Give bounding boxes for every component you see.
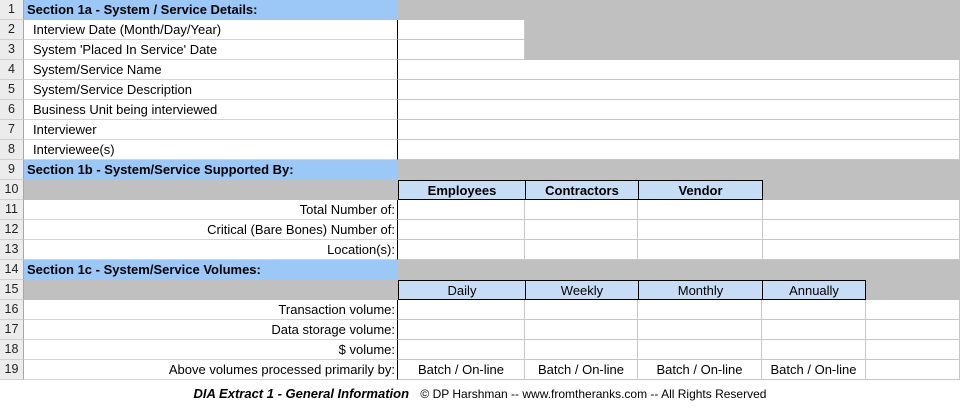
footer-credit: © DP Harshman -- www.fromtheranks.com --… xyxy=(420,387,767,401)
storage-annually-cell[interactable] xyxy=(762,320,866,340)
critical-employees-cell[interactable] xyxy=(398,220,525,240)
label-locations[interactable]: Location(s): xyxy=(24,240,398,260)
row-header-17[interactable]: 17 xyxy=(0,320,24,340)
gray-fill xyxy=(763,180,960,200)
transaction-annually-cell[interactable] xyxy=(762,300,866,320)
column-header-weekly[interactable]: Weekly xyxy=(525,280,639,300)
row-header-19[interactable]: 19 xyxy=(0,360,24,380)
dollar-weekly-cell[interactable] xyxy=(525,340,638,360)
section-1a-header[interactable]: Section 1a - System / Service Details: xyxy=(24,0,398,20)
label-processed-by[interactable]: Above volumes processed primarily by: xyxy=(24,360,398,380)
storage-monthly-cell[interactable] xyxy=(638,320,762,340)
row-header-8[interactable]: 8 xyxy=(0,140,24,160)
dollar-daily-cell[interactable] xyxy=(398,340,525,360)
interview-date-input[interactable] xyxy=(398,20,525,40)
critical-vendor-cell[interactable] xyxy=(638,220,763,240)
label-critical-number[interactable]: Critical (Bare Bones) Number of: xyxy=(24,220,398,240)
page-footer: DIA Extract 1 - General Information © DP… xyxy=(0,381,960,406)
row-header-12[interactable]: 12 xyxy=(0,220,24,240)
row-header-18[interactable]: 18 xyxy=(0,340,24,360)
column-header-employees[interactable]: Employees xyxy=(398,180,526,200)
empty-cell[interactable] xyxy=(763,220,960,240)
row-header-11[interactable]: 11 xyxy=(0,200,24,220)
dollar-monthly-cell[interactable] xyxy=(638,340,762,360)
section-1c-header[interactable]: Section 1c - System/Service Volumes: xyxy=(24,260,398,280)
label-total-number[interactable]: Total Number of: xyxy=(24,200,398,220)
label-business-unit[interactable]: Business Unit being interviewed xyxy=(24,100,398,120)
column-header-daily[interactable]: Daily xyxy=(398,280,526,300)
system-name-input[interactable] xyxy=(398,60,960,80)
empty-cell[interactable] xyxy=(866,340,960,360)
gray-fill xyxy=(24,280,398,300)
column-header-annually[interactable]: Annually xyxy=(762,280,866,300)
row-header-1[interactable]: 1 xyxy=(0,0,24,20)
gray-fill xyxy=(525,40,960,60)
label-data-storage-volume[interactable]: Data storage volume: xyxy=(24,320,398,340)
critical-contractors-cell[interactable] xyxy=(525,220,638,240)
label-system-name[interactable]: System/Service Name xyxy=(24,60,398,80)
row-header-13[interactable]: 13 xyxy=(0,240,24,260)
placed-in-service-date-input[interactable] xyxy=(398,40,525,60)
transaction-monthly-cell[interactable] xyxy=(638,300,762,320)
empty-cell[interactable] xyxy=(763,240,960,260)
column-header-vendor[interactable]: Vendor xyxy=(638,180,763,200)
total-contractors-cell[interactable] xyxy=(525,200,638,220)
label-transaction-volume[interactable]: Transaction volume: xyxy=(24,300,398,320)
empty-cell[interactable] xyxy=(866,320,960,340)
system-description-input[interactable] xyxy=(398,80,960,100)
transaction-daily-cell[interactable] xyxy=(398,300,525,320)
row-header-9[interactable]: 9 xyxy=(0,160,24,180)
empty-cell[interactable] xyxy=(866,360,960,380)
label-interviewees[interactable]: Interviewee(s) xyxy=(24,140,398,160)
transaction-weekly-cell[interactable] xyxy=(525,300,638,320)
total-employees-cell[interactable] xyxy=(398,200,525,220)
row-header-7[interactable]: 7 xyxy=(0,120,24,140)
empty-cell[interactable] xyxy=(763,200,960,220)
label-placed-in-service-date[interactable]: System 'Placed In Service' Date xyxy=(24,40,398,60)
location-vendor-cell[interactable] xyxy=(638,240,763,260)
label-interview-date[interactable]: Interview Date (Month/Day/Year) xyxy=(24,20,398,40)
row-header-6[interactable]: 6 xyxy=(0,100,24,120)
location-contractors-cell[interactable] xyxy=(525,240,638,260)
storage-daily-cell[interactable] xyxy=(398,320,525,340)
row-header-4[interactable]: 4 xyxy=(0,60,24,80)
total-vendor-cell[interactable] xyxy=(638,200,763,220)
gray-fill xyxy=(24,180,398,200)
gray-fill xyxy=(866,280,960,300)
section-1b-header[interactable]: Section 1b - System/Service Supported By… xyxy=(24,160,398,180)
interviewees-input[interactable] xyxy=(398,140,960,160)
business-unit-input[interactable] xyxy=(398,100,960,120)
spreadsheet: 1 2 3 4 5 6 7 8 9 10 11 12 13 14 15 16 1… xyxy=(0,0,960,381)
processed-annually-cell[interactable]: Batch / On-line xyxy=(762,360,866,380)
row-header-2[interactable]: 2 xyxy=(0,20,24,40)
processed-daily-cell[interactable]: Batch / On-line xyxy=(398,360,525,380)
gray-fill xyxy=(398,260,960,280)
processed-monthly-cell[interactable]: Batch / On-line xyxy=(638,360,762,380)
row-header-15[interactable]: 15 xyxy=(0,280,24,300)
label-interviewer[interactable]: Interviewer xyxy=(24,120,398,140)
storage-weekly-cell[interactable] xyxy=(525,320,638,340)
row-header-16[interactable]: 16 xyxy=(0,300,24,320)
processed-weekly-cell[interactable]: Batch / On-line xyxy=(525,360,638,380)
gray-fill xyxy=(398,160,960,180)
label-dollar-volume[interactable]: $ volume: xyxy=(24,340,398,360)
footer-title: DIA Extract 1 - General Information xyxy=(193,386,410,401)
empty-cell[interactable] xyxy=(866,300,960,320)
dollar-annually-cell[interactable] xyxy=(762,340,866,360)
column-header-contractors[interactable]: Contractors xyxy=(525,180,639,200)
interviewer-input[interactable] xyxy=(398,120,960,140)
row-header-3[interactable]: 3 xyxy=(0,40,24,60)
label-system-description[interactable]: System/Service Description xyxy=(24,80,398,100)
row-header-5[interactable]: 5 xyxy=(0,80,24,100)
row-header-10[interactable]: 10 xyxy=(0,180,24,200)
gray-fill xyxy=(398,0,960,20)
column-header-monthly[interactable]: Monthly xyxy=(638,280,763,300)
gray-fill xyxy=(525,20,960,40)
location-employees-cell[interactable] xyxy=(398,240,525,260)
row-header-14[interactable]: 14 xyxy=(0,260,24,280)
